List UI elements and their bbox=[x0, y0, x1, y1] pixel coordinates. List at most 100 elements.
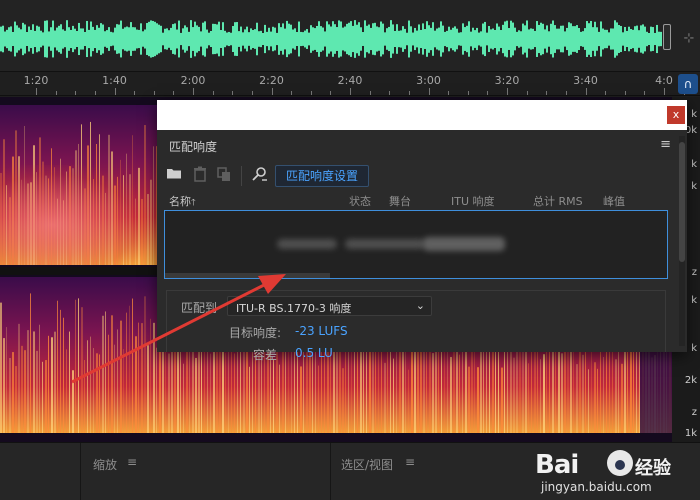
waveform-bar bbox=[350, 21, 352, 57]
copy-icon[interactable] bbox=[215, 166, 233, 184]
waveform-bar bbox=[514, 27, 516, 51]
loudness-scan-icon[interactable] bbox=[251, 166, 269, 184]
timeline-tick-mark bbox=[212, 91, 214, 95]
waveform-bar bbox=[578, 28, 580, 50]
panel-menu-icon[interactable]: ≡ bbox=[660, 137, 671, 152]
waveform-bar bbox=[384, 32, 386, 46]
waveform-bar bbox=[284, 28, 286, 50]
toolbar-separator bbox=[241, 166, 242, 186]
dialog-scrollbar[interactable] bbox=[679, 136, 685, 346]
spectrogram-streak bbox=[135, 336, 137, 433]
match-standard-select[interactable]: ITU-R BS.1770-3 响度 ⌄ bbox=[227, 296, 432, 316]
timeline-tick-mark bbox=[75, 91, 77, 95]
waveform-bar bbox=[460, 32, 462, 46]
waveform-bar bbox=[368, 24, 370, 54]
timeline-tick-mark bbox=[153, 91, 155, 95]
dialog-titlebar[interactable]: x bbox=[157, 100, 687, 130]
column-total-rms[interactable]: 总计 RMS bbox=[533, 193, 583, 209]
overview-waveform-panel[interactable]: ⊹ bbox=[0, 0, 700, 72]
waveform-bar bbox=[406, 32, 408, 46]
column-name[interactable]: 名称🡑 bbox=[169, 193, 196, 211]
waveform-bar bbox=[336, 27, 338, 51]
waveform-bar bbox=[362, 32, 364, 46]
column-status[interactable]: 状态 bbox=[349, 193, 371, 209]
waveform-bar bbox=[210, 30, 212, 48]
spectrogram-streak bbox=[39, 324, 40, 433]
waveform-bar bbox=[224, 30, 226, 48]
close-button[interactable]: x bbox=[667, 106, 685, 124]
waveform-bar bbox=[126, 26, 128, 52]
waveform-bar bbox=[298, 21, 300, 57]
zoom-panel[interactable]: 缩放 ≡ bbox=[80, 443, 330, 500]
waveform-bar bbox=[68, 27, 70, 51]
waveform-bar bbox=[436, 28, 438, 50]
spectrogram-streak bbox=[477, 367, 479, 433]
waveform-bar bbox=[10, 26, 12, 52]
overview-waveform[interactable] bbox=[0, 18, 672, 60]
waveform-bar bbox=[150, 20, 152, 58]
folder-icon[interactable] bbox=[165, 166, 183, 184]
zoom-navigator-icon[interactable]: ⊹ bbox=[680, 30, 698, 48]
overview-range-handle[interactable] bbox=[663, 24, 671, 50]
file-list[interactable] bbox=[164, 210, 668, 279]
waveform-bar bbox=[34, 30, 36, 48]
column-peak[interactable]: 峰值 bbox=[603, 193, 625, 209]
waveform-bar bbox=[654, 32, 656, 46]
spectrogram-streak bbox=[249, 366, 250, 433]
spectrogram-streak bbox=[12, 352, 14, 433]
spectrogram-streak bbox=[93, 347, 94, 433]
timeline-ruler[interactable]: 1:20 1:40 2:00 2:20 2:40 3:00 3:20 3:40 4:0 ∩ bbox=[0, 72, 700, 96]
waveform-bar bbox=[0, 26, 2, 52]
waveform-bar bbox=[222, 22, 224, 56]
timeline-tick-mark bbox=[408, 91, 410, 95]
waveform-bar bbox=[446, 30, 448, 48]
waveform-bar bbox=[582, 31, 584, 47]
spectrogram-streak bbox=[117, 329, 118, 433]
spectrogram-streak bbox=[384, 362, 386, 433]
match-loudness-settings-button[interactable]: 匹配响度设置 bbox=[275, 165, 370, 187]
timeline-tick-mark bbox=[114, 88, 116, 95]
spectrogram-streak bbox=[174, 343, 176, 433]
spectrogram-streak bbox=[615, 359, 617, 433]
waveform-bar bbox=[118, 24, 120, 54]
trash-icon[interactable] bbox=[191, 166, 209, 184]
spectrogram-streak bbox=[543, 354, 545, 433]
spectrogram-streak bbox=[84, 360, 85, 433]
dialog-scroll-thumb[interactable] bbox=[679, 142, 685, 262]
selection-view-menu-icon[interactable]: ≡ bbox=[405, 455, 415, 469]
waveform-bar bbox=[568, 22, 570, 56]
spectrogram-streak bbox=[510, 351, 512, 433]
waveform-bar bbox=[152, 20, 154, 58]
waveform-bar bbox=[640, 25, 642, 53]
waveform-bar bbox=[634, 26, 636, 52]
column-itu-loudness[interactable]: ITU 响度 bbox=[451, 193, 495, 209]
spectrogram-streak bbox=[63, 317, 64, 433]
match-loudness-dialog[interactable]: x 匹配响度 ≡ 匹配响度设置 名称🡑 状态 舞台 ITU 响度 总计 RMS … bbox=[157, 100, 687, 362]
spectrogram-streak bbox=[81, 307, 83, 433]
frequency-scale-label: z bbox=[691, 267, 697, 278]
waveform-bar bbox=[646, 31, 648, 47]
waveform-bar bbox=[488, 26, 490, 52]
target-loudness-value[interactable]: -23 LUFS bbox=[295, 324, 348, 338]
list-horizontal-scrollbar[interactable] bbox=[165, 273, 330, 278]
column-stage[interactable]: 舞台 bbox=[389, 193, 411, 209]
spectrogram-streak bbox=[42, 361, 43, 433]
tolerance-value[interactable]: 0.5 LU bbox=[295, 346, 333, 360]
zoom-panel-menu-icon[interactable]: ≡ bbox=[127, 455, 137, 469]
spectrogram-streak bbox=[102, 315, 104, 433]
waveform-bar bbox=[360, 27, 362, 51]
file-list-header: 名称🡑 状态 舞台 ITU 响度 总计 RMS 峰值 bbox=[157, 192, 687, 210]
waveform-bar bbox=[400, 30, 402, 48]
headphones-icon[interactable]: ∩ bbox=[678, 74, 698, 94]
waveform-bar bbox=[122, 28, 124, 50]
timeline-tick-label: 4:0 bbox=[655, 74, 673, 87]
waveform-bar bbox=[166, 28, 168, 50]
waveform-bar bbox=[110, 31, 112, 47]
spectrogram-streak bbox=[474, 345, 475, 433]
waveform-bar bbox=[642, 24, 644, 54]
waveform-bar bbox=[156, 23, 158, 55]
waveform-bar bbox=[626, 30, 628, 48]
waveform-bar bbox=[632, 29, 634, 49]
waveform-bar bbox=[424, 29, 426, 49]
frequency-scale-label: z bbox=[691, 407, 697, 418]
